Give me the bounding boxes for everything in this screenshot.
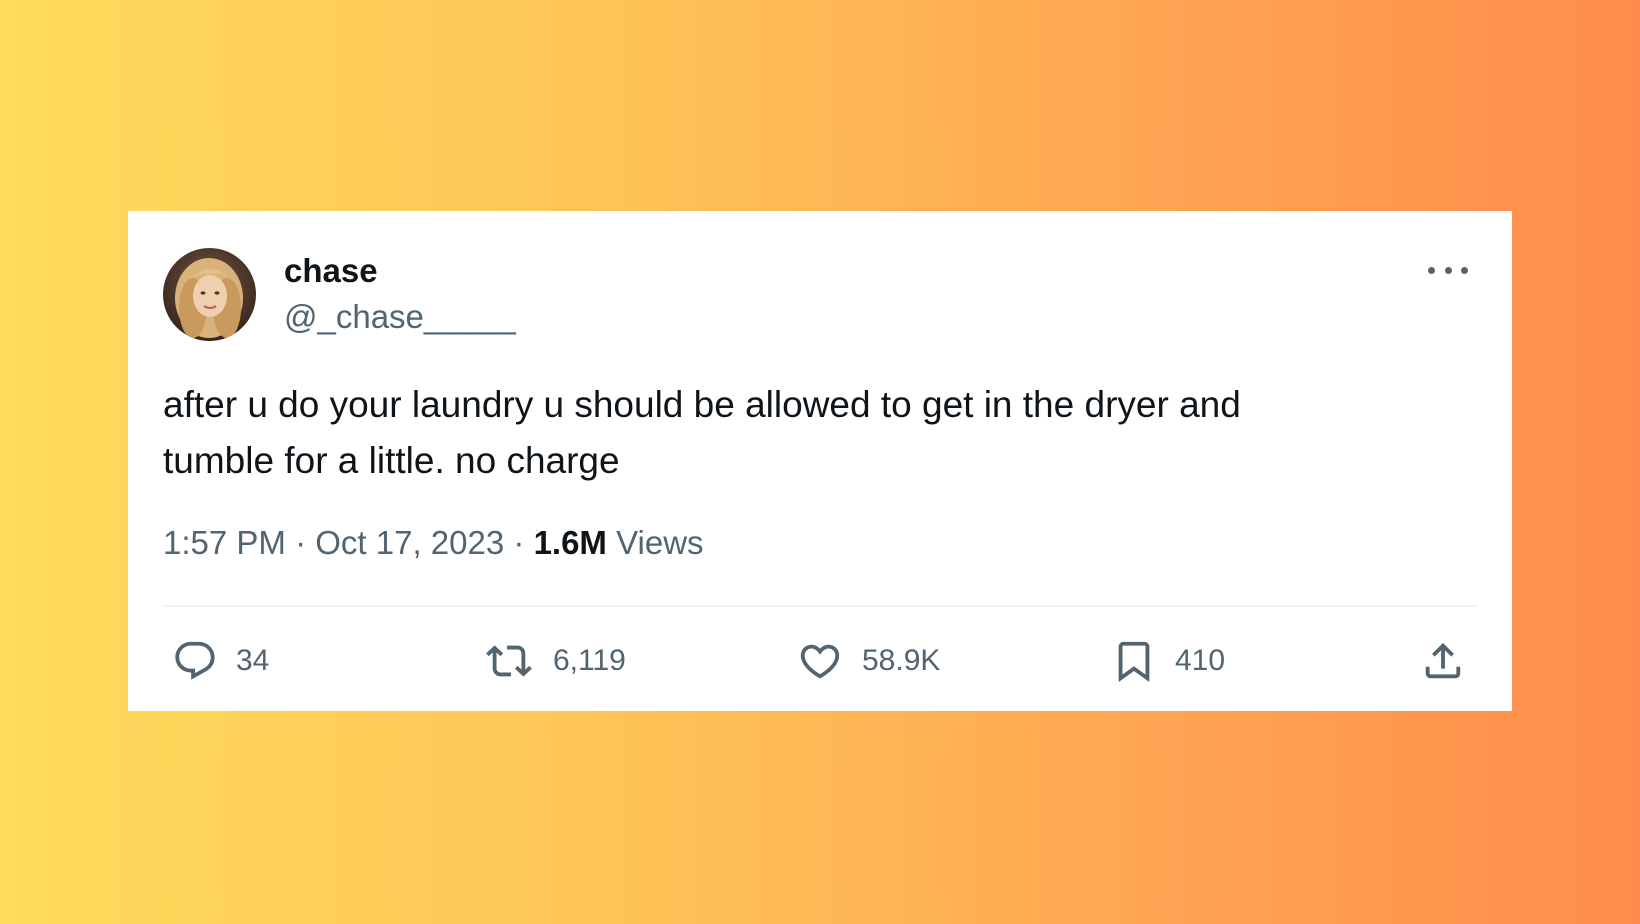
reply-icon xyxy=(175,641,215,680)
reply-count: 34 xyxy=(236,644,270,677)
tweet-text-line: after u do your laundry u should be allo… xyxy=(163,384,1241,425)
like-count: 58.9K xyxy=(862,644,941,677)
bookmark-icon xyxy=(1118,641,1150,682)
retweet-icon xyxy=(486,645,532,677)
share-icon xyxy=(1425,642,1461,679)
profile-photo-icon xyxy=(163,248,256,341)
display-name[interactable]: chase xyxy=(284,251,378,291)
tweet-text: after u do your laundry u should be allo… xyxy=(163,377,1463,489)
reply-button[interactable]: 34 xyxy=(172,631,269,691)
heart-icon xyxy=(800,644,840,679)
more-horizontal-icon xyxy=(1428,266,1435,274)
tweet-time[interactable]: 1:57 PM xyxy=(163,524,286,561)
more-horizontal-icon xyxy=(1444,266,1452,274)
like-button[interactable]: 58.9K xyxy=(796,631,940,691)
meta-separator: · xyxy=(513,524,525,561)
more-horizontal-icon xyxy=(1461,266,1468,274)
more-options-button[interactable] xyxy=(1428,259,1468,281)
views-label: Views xyxy=(616,524,704,561)
views-count: 1.6M xyxy=(533,524,607,561)
avatar[interactable] xyxy=(163,248,256,341)
tweet-text-line: tumble for a little. no charge xyxy=(163,440,620,481)
divider xyxy=(163,605,1478,607)
retweet-button[interactable]: 6,119 xyxy=(483,631,626,691)
meta-separator: · xyxy=(295,524,307,561)
tweet-card: chase @_chase_____ after u do your laund… xyxy=(128,211,1512,711)
user-handle[interactable]: @_chase_____ xyxy=(284,297,516,337)
bookmark-button[interactable]: 410 xyxy=(1111,631,1225,691)
action-bar: 34 6,119 58.9K 410 xyxy=(128,631,1512,691)
tweet-date[interactable]: Oct 17, 2023 xyxy=(315,524,504,561)
share-button[interactable] xyxy=(1420,631,1466,691)
tweet-meta: 1:57 PM · Oct 17, 2023 · 1.6M Views xyxy=(163,523,704,563)
bookmark-count: 410 xyxy=(1175,644,1226,677)
retweet-count: 6,119 xyxy=(553,644,626,677)
